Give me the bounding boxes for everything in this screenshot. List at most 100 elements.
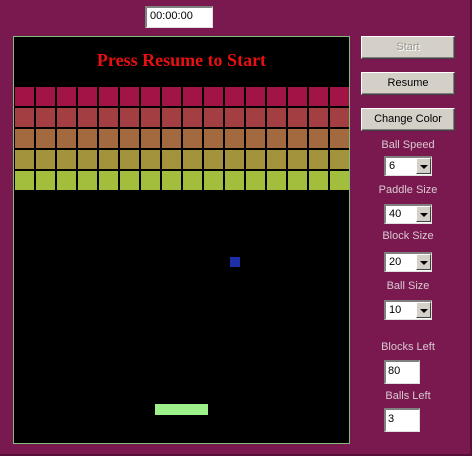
block	[266, 86, 287, 107]
block	[266, 170, 287, 191]
block	[329, 128, 349, 149]
block	[77, 86, 98, 107]
balls-left-label: Balls Left	[385, 390, 431, 402]
block	[266, 128, 287, 149]
balls-left-field: 3	[384, 408, 420, 432]
block	[203, 86, 224, 107]
resume-button[interactable]: Resume	[361, 72, 455, 95]
block	[98, 170, 119, 191]
block	[182, 107, 203, 128]
block	[203, 107, 224, 128]
block	[224, 86, 245, 107]
block	[245, 128, 266, 149]
block	[224, 170, 245, 191]
block	[266, 149, 287, 170]
start-message: Press Resume to Start	[96, 50, 267, 70]
paddle-size-value: 40	[389, 208, 402, 220]
paddle-size-select[interactable]: 40	[384, 204, 432, 224]
block	[203, 170, 224, 191]
block	[182, 128, 203, 149]
block	[308, 128, 329, 149]
block	[56, 128, 77, 149]
block	[224, 128, 245, 149]
blocks-left-label: Blocks Left	[381, 341, 435, 353]
block	[56, 86, 77, 107]
ball-size-label: Ball Size	[386, 280, 430, 292]
block	[308, 170, 329, 191]
block	[140, 149, 161, 170]
block	[56, 170, 77, 191]
blocks-left-field: 80	[384, 360, 420, 384]
block	[98, 107, 119, 128]
block	[140, 86, 161, 107]
block	[56, 149, 77, 170]
block	[287, 128, 308, 149]
block	[119, 149, 140, 170]
block	[119, 128, 140, 149]
block	[161, 149, 182, 170]
block	[14, 86, 35, 107]
block	[161, 170, 182, 191]
paddle-size-label: Paddle Size	[378, 184, 438, 196]
game-field[interactable]: Press Resume to Start	[13, 36, 350, 444]
block	[203, 128, 224, 149]
block	[77, 128, 98, 149]
block	[77, 149, 98, 170]
block	[287, 107, 308, 128]
ball	[230, 257, 240, 267]
block	[161, 107, 182, 128]
block	[98, 149, 119, 170]
block	[224, 149, 245, 170]
paddle[interactable]	[155, 404, 208, 415]
block	[98, 128, 119, 149]
block	[308, 107, 329, 128]
block	[119, 107, 140, 128]
block	[35, 86, 56, 107]
block	[182, 170, 203, 191]
block	[224, 107, 245, 128]
ball-size-select[interactable]: 10	[384, 300, 432, 320]
block	[140, 170, 161, 191]
block	[308, 86, 329, 107]
block	[161, 128, 182, 149]
chevron-down-icon[interactable]	[416, 302, 431, 318]
chevron-down-icon[interactable]	[416, 206, 431, 222]
block	[245, 170, 266, 191]
block	[329, 86, 349, 107]
block	[35, 107, 56, 128]
change-color-button[interactable]: Change Color	[361, 108, 455, 131]
block	[182, 86, 203, 107]
block	[245, 107, 266, 128]
start-button[interactable]: Start	[361, 36, 455, 59]
block	[245, 149, 266, 170]
block	[119, 86, 140, 107]
block	[14, 128, 35, 149]
block	[35, 149, 56, 170]
block	[140, 107, 161, 128]
block	[182, 149, 203, 170]
block	[140, 128, 161, 149]
block	[14, 149, 35, 170]
ball-speed-select[interactable]: 6	[384, 156, 432, 176]
block-size-label: Block Size	[382, 230, 434, 242]
timer-display: 00:00:00	[145, 6, 213, 28]
block	[77, 170, 98, 191]
block	[287, 86, 308, 107]
chevron-down-icon[interactable]	[416, 158, 431, 174]
block	[98, 86, 119, 107]
block	[245, 86, 266, 107]
block	[161, 86, 182, 107]
block	[56, 107, 77, 128]
block	[35, 170, 56, 191]
chevron-down-icon[interactable]	[416, 254, 431, 270]
block	[14, 107, 35, 128]
ball-size-value: 10	[389, 304, 402, 316]
ball-speed-value: 6	[389, 160, 396, 172]
block	[287, 170, 308, 191]
block-size-select[interactable]: 20	[384, 252, 432, 272]
block	[14, 170, 35, 191]
block-size-value: 20	[389, 256, 402, 268]
block	[35, 128, 56, 149]
block	[308, 149, 329, 170]
block	[203, 149, 224, 170]
